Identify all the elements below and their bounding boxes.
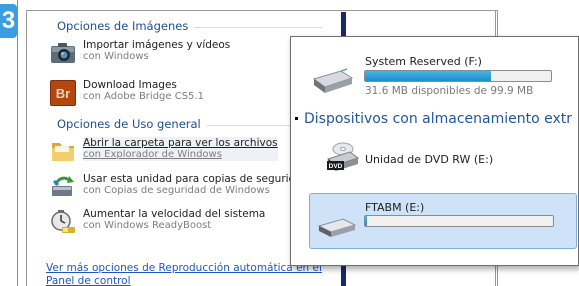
backup-option[interactable]: Usar esta unidad para copias de segurida… xyxy=(49,173,308,201)
drive-name: System Reserved (F:) xyxy=(365,55,482,68)
readyboost-icon xyxy=(49,208,77,236)
general-section-title: Opciones de Uso general xyxy=(57,117,201,131)
option-subtitle: con Windows ReadyBoost xyxy=(83,220,212,231)
images-section-title: Opciones de Imágenes xyxy=(57,19,189,33)
capacity-bar xyxy=(364,215,554,227)
step-number-badge: 3 xyxy=(0,4,17,38)
option-subtitle: con Copias de seguridad de Windows xyxy=(83,185,270,196)
svg-text:DVD: DVD xyxy=(329,163,343,170)
option-title: Abrir la carpeta para ver los archivos xyxy=(83,137,278,149)
bullet xyxy=(295,117,298,120)
folder-icon xyxy=(49,137,77,165)
dvd-drive-icon: DVD xyxy=(325,139,361,178)
open-folder-option[interactable]: Abrir la carpeta para ver los archivos c… xyxy=(49,137,278,165)
system-reserved-drive[interactable]: System Reserved (F:) 31.6 MB disponibles… xyxy=(291,37,578,103)
capacity-fill xyxy=(365,216,367,226)
drive-name: Unidad de DVD RW (E:) xyxy=(365,153,494,166)
capacity-fill xyxy=(365,71,492,81)
drive-name: FTABM (E:) xyxy=(365,201,425,214)
removable-storage-header: Dispositivos con almacenamiento extr xyxy=(295,111,573,127)
option-title: Aumentar la velocidad del sistema xyxy=(83,208,266,220)
svg-text:Br: Br xyxy=(56,86,70,101)
computer-drives-panel: System Reserved (F:) 31.6 MB disponibles… xyxy=(290,36,579,266)
usb-drive-icon xyxy=(317,216,359,243)
general-section-header: Opciones de Uso general xyxy=(57,117,322,131)
option-subtitle: con Windows xyxy=(83,51,149,62)
option-title: Importar imágenes y vídeos xyxy=(83,39,231,51)
camera-icon xyxy=(49,39,77,67)
removable-storage-title: Dispositivos con almacenamiento extr xyxy=(304,111,573,127)
import-images-option[interactable]: Importar imágenes y vídeos con Windows xyxy=(49,39,230,67)
option-title: Usar esta unidad para copias de segurida… xyxy=(83,173,309,185)
capacity-bar xyxy=(364,70,552,82)
option-subtitle: con Adobe Bridge CS5.1 xyxy=(83,91,204,102)
backup-icon xyxy=(49,173,77,201)
section-divider xyxy=(194,26,322,28)
readyboost-option[interactable]: Aumentar la velocidad del sistema con Wi… xyxy=(49,208,265,236)
hard-drive-icon xyxy=(311,67,355,100)
usb-drive-tile[interactable]: FTABM (E:) xyxy=(309,193,577,249)
more-autoplay-options-link[interactable]: Ver más opciones de Reproducción automát… xyxy=(46,262,326,286)
option-title: Download Images xyxy=(83,79,177,91)
download-images-option[interactable]: Br Download Images con Adobe Bridge CS5.… xyxy=(49,79,204,107)
option-subtitle: con Explorador de Windows xyxy=(83,149,222,160)
dvd-drive[interactable]: DVD Unidad de DVD RW (E:) xyxy=(291,133,578,183)
drive-free-space: 31.6 MB disponibles de 99.9 MB xyxy=(365,85,534,97)
images-section-header: Opciones de Imágenes xyxy=(57,19,322,33)
adobe-bridge-icon: Br xyxy=(49,79,77,107)
